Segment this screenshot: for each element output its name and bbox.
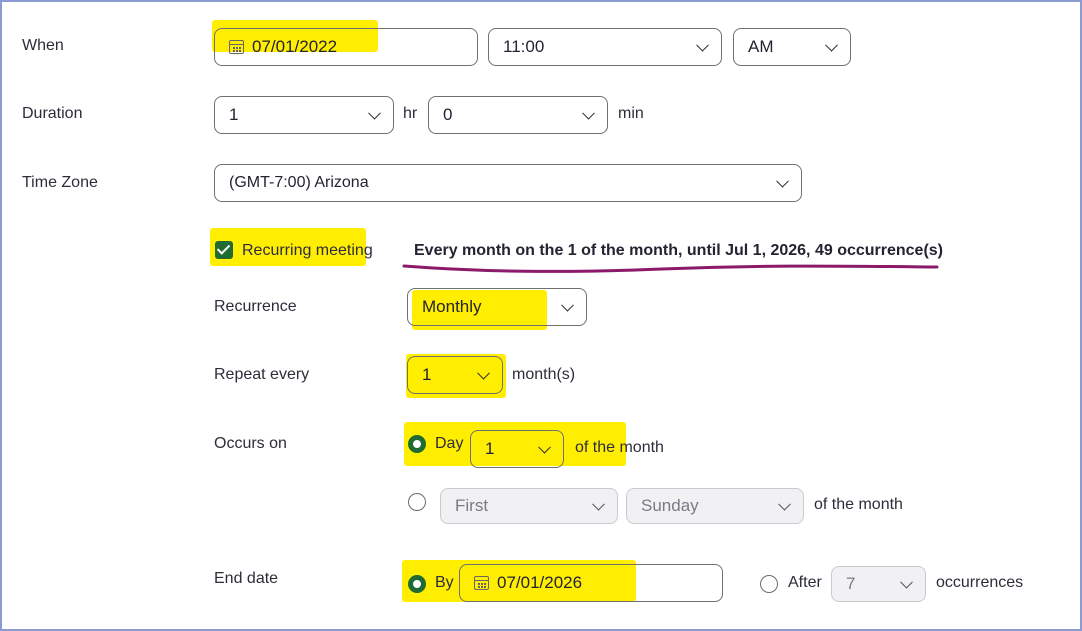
- recurrence-value: Monthly: [422, 297, 482, 316]
- chevron-down-icon: [825, 38, 838, 52]
- underline-annotation: [402, 264, 939, 273]
- end-date-value: 07/01/2026: [497, 573, 583, 592]
- week-ordinal-select[interactable]: First: [440, 488, 618, 524]
- by-radio[interactable]: [408, 575, 426, 593]
- after-label: After: [788, 574, 822, 591]
- hours-value: 1: [229, 105, 239, 124]
- chevron-down-icon: [776, 174, 789, 188]
- recurring-checkbox[interactable]: [215, 241, 233, 259]
- ampm-select[interactable]: AM: [733, 28, 851, 66]
- chevron-down-icon: [778, 497, 791, 511]
- day-option-label: Day: [435, 435, 464, 452]
- date-picker[interactable]: 07/01/2022: [214, 28, 478, 66]
- occurs-on-label: Occurs on: [214, 435, 287, 452]
- day-select[interactable]: 1: [470, 430, 564, 468]
- chevron-down-icon: [561, 298, 574, 312]
- week-radio[interactable]: [408, 493, 426, 511]
- by-label: By: [435, 574, 454, 591]
- chevron-down-icon: [538, 440, 551, 454]
- calendar-icon: [474, 576, 489, 590]
- after-radio[interactable]: [760, 575, 778, 593]
- chevron-down-icon: [582, 106, 595, 120]
- time-select[interactable]: 11:00: [488, 28, 722, 66]
- recurrence-select[interactable]: Monthly: [407, 288, 587, 326]
- repeat-unit: month(s): [512, 366, 576, 383]
- duration-label: Duration: [22, 105, 83, 122]
- end-date-picker[interactable]: 07/01/2026: [459, 564, 723, 602]
- recurring-label[interactable]: Recurring meeting: [242, 242, 373, 260]
- chevron-down-icon: [900, 575, 913, 589]
- chevron-down-icon: [592, 497, 605, 511]
- meeting-schedule-form: When 07/01/2022 11:00 AM Duration 1 hr 0…: [0, 0, 1082, 631]
- day-suffix: of the month: [575, 439, 664, 456]
- day-value: 1: [485, 439, 495, 458]
- end-date-label: End date: [214, 570, 279, 587]
- timezone-value: (GMT-7:00) Arizona: [229, 174, 369, 191]
- chevron-down-icon: [368, 106, 381, 120]
- duration-minutes-select[interactable]: 0: [428, 96, 608, 134]
- chevron-down-icon: [477, 366, 490, 380]
- week-suffix: of the month: [814, 496, 903, 513]
- min-unit: min: [618, 105, 644, 122]
- recurrence-summary: Every month on the 1 of the month, until…: [414, 242, 944, 259]
- ampm-value: AM: [748, 37, 774, 56]
- timezone-label: Time Zone: [22, 174, 98, 191]
- after-suffix: occurrences: [936, 574, 1024, 591]
- week-day-select[interactable]: Sunday: [626, 488, 804, 524]
- after-value: 7: [846, 574, 856, 593]
- time-value: 11:00: [503, 37, 545, 56]
- week-day-value: Sunday: [641, 496, 699, 515]
- repeat-every-value: 1: [422, 365, 432, 384]
- day-radio[interactable]: [408, 435, 426, 453]
- date-value: 07/01/2022: [252, 37, 338, 56]
- duration-hours-select[interactable]: 1: [214, 96, 394, 134]
- minutes-value: 0: [443, 105, 453, 124]
- after-occurrences-select[interactable]: 7: [831, 566, 926, 602]
- hr-unit: hr: [403, 105, 418, 122]
- timezone-select[interactable]: (GMT-7:00) Arizona: [214, 164, 802, 202]
- when-label: When: [22, 37, 64, 54]
- recurrence-label: Recurrence: [214, 298, 297, 315]
- repeat-every-select[interactable]: 1: [407, 356, 503, 394]
- week-ordinal-value: First: [455, 496, 489, 515]
- chevron-down-icon: [696, 38, 709, 52]
- calendar-icon: [229, 40, 244, 54]
- repeat-every-label: Repeat every: [214, 366, 310, 383]
